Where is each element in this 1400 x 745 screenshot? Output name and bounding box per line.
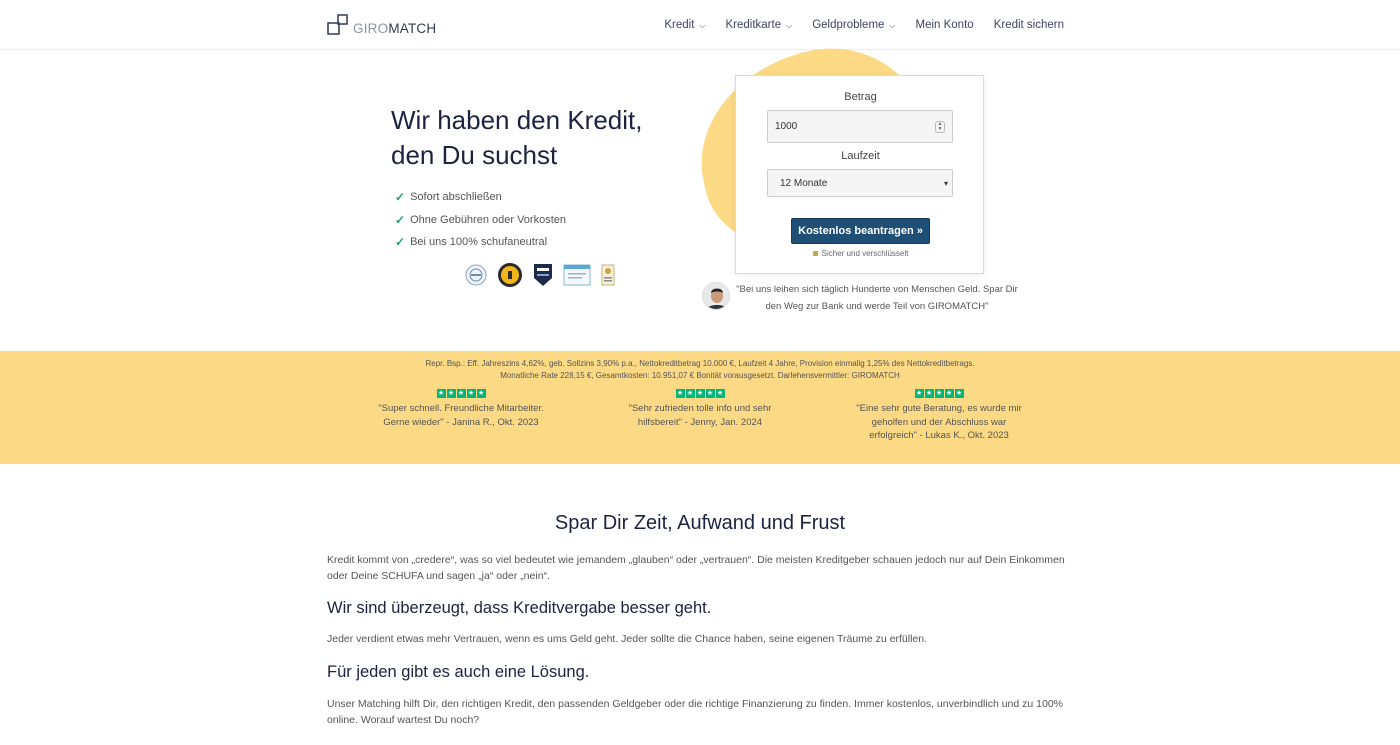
star-icon: ★ [715, 389, 725, 398]
star-icon: ★ [456, 389, 466, 398]
logo-squares-icon [327, 14, 348, 35]
star-icon: ★ [436, 389, 446, 398]
solution-paragraph: Unser Matching hilft Dir, den richtigen … [327, 698, 1063, 726]
hero-title-line2: den Du suchst [391, 140, 558, 170]
review-band: Repr. Bsp.: Eff. Jahreszins 4,62%, geb. … [0, 351, 1400, 464]
loan-calculator-card: Betrag 1000 ▲ ▼ Laufzeit 12 Monate ▾ Kost… [735, 75, 984, 274]
benefit-item: ✓ Bei uns 100% schufaneutral [395, 231, 566, 254]
apply-button[interactable]: Kostenlos beantragen » [791, 218, 930, 244]
star-icon: ★ [466, 389, 476, 398]
lock-icon [812, 251, 818, 256]
amount-input[interactable]: 1000 ▲ ▼ [767, 110, 953, 143]
nav-item-label: Kreditkarte [725, 19, 782, 31]
checkmark-icon: ✓ [395, 190, 406, 205]
nav-item-geldprobleme[interactable]: Geldprobleme ⌵ [812, 19, 895, 31]
seal-badge-icon [465, 264, 487, 286]
star-icon: ★ [446, 389, 456, 398]
subheading-solution: Für jeden gibt es auch eine Lösung. [327, 663, 590, 681]
benefit-item: ✓ Sofort abschließen [395, 186, 566, 209]
testimonial-quote: "Bei uns leihen sich täglich Hunderte vo… [736, 284, 1018, 312]
trust-badges [465, 262, 615, 288]
avatar [702, 282, 730, 310]
nav-item-label: Geldprobleme [812, 19, 885, 31]
nav-item-kredit-sichern[interactable]: Kredit sichern [994, 19, 1064, 31]
checkmark-icon: ✓ [395, 212, 406, 227]
review-item: ★ ★ ★ ★ ★ "Eine sehr gute Beratung, es wurde… [854, 389, 1024, 443]
nav-item-kredit[interactable]: Kredit ⌵ [664, 19, 705, 31]
star-icon: ★ [685, 389, 695, 398]
review-item: ★ ★ ★ ★ ★ "Sehr zufrieden tolle info und seh… [615, 389, 785, 429]
chevron-down-icon: ▾ [943, 179, 948, 188]
star-icon: ★ [705, 389, 715, 398]
nav-item-mein-konto[interactable]: Mein Konto [916, 19, 974, 31]
rating-medal-icon [498, 263, 522, 287]
nav-item-kreditkarte[interactable]: Kreditkarte ⌵ [726, 19, 793, 31]
logo-text-giro: GIRO [353, 21, 389, 36]
term-selected-value: 12 Monate [780, 177, 828, 189]
benefit-text: Ohne Gebühren oder Vorkosten [410, 213, 567, 226]
top-navbar: GIROMATCH Kredit ⌵ Kreditkarte ⌵ Geldprobl… [0, 0, 1400, 50]
hero-title: Wir haben den Kredit, den Du suchst [391, 103, 711, 173]
representative-example: Repr. Bsp.: Eff. Jahreszins 4,62%, geb. … [370, 358, 1030, 381]
benefit-list: ✓ Sofort abschließen ✓ Ohne Gebühren oder … [395, 186, 566, 254]
main-content: Spar Dir Zeit, Aufwand und Frust Kredit … [327, 512, 1073, 728]
nav-item-label: Mein Konto [915, 19, 974, 31]
benefit-item: ✓ Ohne Gebühren oder Vorkosten [395, 209, 566, 232]
test-seal-icon [601, 264, 615, 286]
amount-label: Betrag [844, 91, 877, 103]
nav-item-label: Kredit sichern [993, 19, 1064, 31]
trustpilot-stars-icon: ★ ★ ★ ★ ★ [376, 389, 546, 398]
secure-text: Sicher und verschlüsselt [821, 249, 909, 258]
review-item: ★ ★ ★ ★ ★ "Super schnell. Freundliche Mitarb… [376, 389, 546, 429]
star-icon: ★ [476, 389, 486, 398]
nav-item-label: Kredit [664, 19, 695, 31]
benefit-text: Sofort abschließen [410, 191, 502, 204]
certificate-badge-icon [563, 264, 591, 286]
logo-text-match: MATCH [388, 21, 437, 36]
review-text: "Eine sehr gute Beratung, es wurde mir g… [856, 403, 1022, 441]
checkmark-icon: ✓ [395, 235, 406, 250]
chevron-down-icon: ⌵ [889, 21, 896, 30]
review-text: "Super schnell. Freundliche Mitarbeiter.… [378, 403, 544, 428]
chevron-down-icon: ⌵ [786, 21, 793, 30]
main-menu: Kredit ⌵ Kreditkarte ⌵ Geldprobleme ⌵ Mein … [664, 0, 1064, 50]
repr-line: Monatliche Rate 228,15 €, Gesamtkosten: … [500, 370, 900, 380]
secure-note: Sicher und verschlüsselt [736, 249, 985, 258]
section-heading: Spar Dir Zeit, Aufwand und Frust [554, 512, 846, 534]
review-text: "Sehr zufrieden tolle info und sehr hilf… [628, 403, 772, 428]
trustpilot-stars-icon: ★ ★ ★ ★ ★ [854, 389, 1024, 398]
person-photo-icon [703, 283, 729, 309]
conviction-paragraph: Jeder verdient etwas mehr Vertrauen, wen… [327, 633, 928, 645]
trustpilot-stars-icon: ★ ★ ★ ★ ★ [615, 389, 785, 398]
term-select[interactable]: 12 Monate ▾ [767, 169, 953, 197]
benefit-text: Bei uns 100% schufaneutral [410, 236, 548, 249]
star-icon: ★ [695, 389, 705, 398]
intro-paragraph: Kredit kommt von „credere“, was so viel … [327, 554, 1065, 582]
logo-text: GIROMATCH [353, 22, 436, 36]
star-icon: ★ [914, 389, 924, 398]
star-icon: ★ [934, 389, 944, 398]
giromatch-logo[interactable]: GIROMATCH [327, 14, 436, 36]
repr-line: Repr. Bsp.: Eff. Jahreszins 4,62%, geb. … [425, 359, 975, 368]
star-icon: ★ [954, 389, 964, 398]
number-spinner-icon[interactable]: ▲ ▼ [935, 121, 945, 133]
star-icon: ★ [924, 389, 934, 398]
hero-title-line1: Wir haben den Kredit, [391, 105, 643, 135]
chevron-down-icon: ⌵ [699, 21, 706, 30]
subheading-conviction: Wir sind überzeugt, dass Kreditvergabe b… [327, 599, 712, 617]
star-icon: ★ [944, 389, 954, 398]
amount-value: 1000 [775, 121, 798, 132]
shield-badge-icon [534, 264, 552, 286]
term-label: Laufzeit [841, 150, 880, 162]
star-icon: ★ [675, 389, 685, 398]
